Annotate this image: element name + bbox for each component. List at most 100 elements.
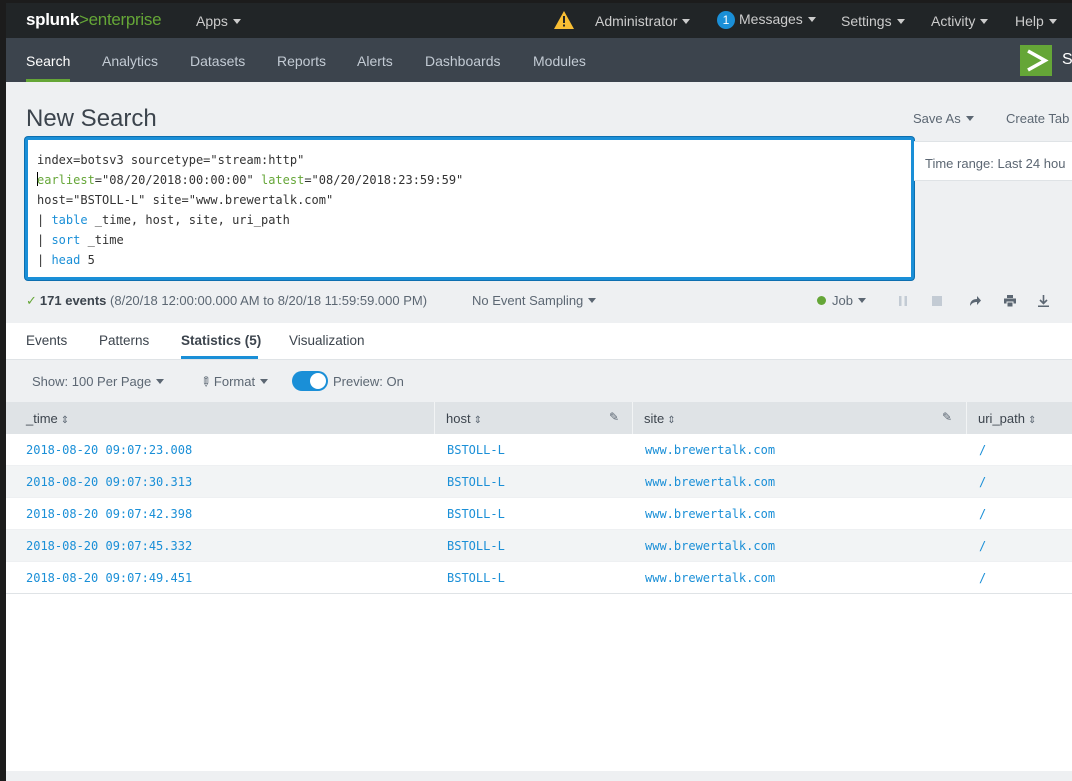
cell-time[interactable]: 2018-08-20 09:07:45.332	[26, 539, 192, 553]
edit-column-icon[interactable]: ✎	[609, 410, 619, 424]
query-command-sort: sort	[51, 233, 81, 247]
query-value-latest: ="08/20/2018:23:59:59"	[304, 173, 464, 187]
caret-down-icon	[965, 116, 974, 121]
tab-statistics[interactable]: Statistics (5)	[181, 333, 261, 348]
column-header-time[interactable]: _time ⇕	[15, 402, 435, 434]
splunk-logo[interactable]: splunk>enterprise	[26, 10, 162, 30]
logo-gt: >	[79, 10, 89, 29]
caret-down-icon	[260, 379, 269, 384]
column-label-site: site	[644, 411, 665, 426]
toggle-knob	[310, 373, 326, 389]
column-header-site[interactable]: site ⇕ ✎	[633, 402, 967, 434]
query-command-head: head	[51, 253, 81, 267]
settings-menu[interactable]: Settings	[841, 13, 905, 29]
format-label: Format	[213, 374, 256, 389]
export-icon[interactable]	[1038, 295, 1049, 307]
cell-uri-path[interactable]: /	[979, 507, 986, 521]
cell-uri-path[interactable]: /	[979, 571, 986, 585]
cell-time[interactable]: 2018-08-20 09:07:49.451	[26, 571, 192, 585]
share-icon[interactable]	[969, 295, 981, 307]
tab-search[interactable]: Search	[26, 53, 70, 69]
cell-site[interactable]: www.brewertalk.com	[645, 443, 775, 457]
page-title: New Search	[26, 105, 157, 132]
messages-menu-label: Messages	[739, 11, 803, 27]
cell-time[interactable]: 2018-08-20 09:07:23.008	[26, 443, 192, 457]
event-sampling-dropdown[interactable]: No Event Sampling	[472, 293, 597, 308]
stop-icon[interactable]	[932, 296, 942, 306]
caret-down-icon	[1048, 19, 1057, 24]
tab-datasets[interactable]: Datasets	[190, 53, 245, 69]
pause-icon[interactable]	[899, 296, 907, 306]
cell-site[interactable]: www.brewertalk.com	[645, 507, 775, 521]
cell-site[interactable]: www.brewertalk.com	[645, 475, 775, 489]
query-keyword-latest: latest	[260, 173, 305, 187]
cell-time[interactable]: 2018-08-20 09:07:30.313	[26, 475, 192, 489]
search-status: ✓ 171 events (8/20/18 12:00:00.000 AM to …	[26, 293, 427, 309]
activity-menu-label: Activity	[931, 13, 976, 29]
caret-down-icon	[896, 19, 905, 24]
per-page-dropdown[interactable]: Show: 100 Per Page	[32, 374, 165, 389]
tab-modules[interactable]: Modules	[533, 53, 586, 69]
tab-analytics[interactable]: Analytics	[102, 53, 158, 69]
cell-uri-path[interactable]: /	[979, 539, 986, 553]
query-command-table: table	[51, 213, 88, 227]
query-args-head: 5	[80, 253, 95, 267]
format-dropdown[interactable]: ✎Format	[197, 372, 269, 391]
query-pipe: |	[37, 233, 52, 247]
settings-menu-label: Settings	[841, 13, 892, 29]
messages-menu[interactable]: 1 Messages	[717, 11, 816, 29]
cell-host[interactable]: BSTOLL-L	[447, 475, 505, 489]
query-line-1: index=botsv3 sourcetype="stream:http"	[37, 153, 305, 167]
save-as-label: Save As	[913, 111, 961, 126]
event-time-range: (8/20/18 12:00:00.000 AM to 8/20/18 11:5…	[106, 293, 428, 308]
cell-uri-path[interactable]: /	[979, 475, 986, 489]
warning-icon[interactable]	[554, 11, 574, 29]
user-menu[interactable]: Administrator	[595, 13, 691, 29]
query-keyword-earliest: earliest	[37, 173, 95, 187]
print-icon[interactable]	[1004, 295, 1016, 307]
search-app-icon[interactable]	[1020, 45, 1052, 76]
caret-down-icon	[980, 19, 989, 24]
cell-host[interactable]: BSTOLL-L	[447, 507, 505, 521]
caret-down-icon	[682, 19, 691, 24]
job-menu[interactable]: Job	[817, 293, 866, 308]
column-header-uri-path[interactable]: uri_path ⇕	[967, 402, 1072, 434]
column-label-uri-path: uri_path	[978, 411, 1025, 426]
per-page-label: Show: 100 Per Page	[32, 374, 152, 389]
save-as-button[interactable]: Save As	[913, 111, 974, 126]
tab-alerts[interactable]: Alerts	[357, 53, 393, 69]
apps-menu-label: Apps	[196, 13, 228, 29]
cell-uri-path[interactable]: /	[979, 443, 986, 457]
sort-icon: ⇕	[60, 415, 70, 426]
sort-icon: ⇕	[667, 415, 676, 426]
edit-column-icon[interactable]: ✎	[942, 410, 952, 424]
apps-menu[interactable]: Apps	[196, 13, 241, 29]
table-row: 2018-08-20 09:07:42.398 BSTOLL-L www.bre…	[6, 498, 1072, 530]
help-menu[interactable]: Help	[1015, 13, 1057, 29]
activity-menu[interactable]: Activity	[931, 13, 989, 29]
tab-visualization[interactable]: Visualization	[289, 333, 365, 348]
time-range-picker[interactable]: Time range: Last 24 hou	[914, 141, 1072, 181]
sort-icon: ⇕	[1027, 415, 1037, 426]
event-count: 171 events	[39, 293, 107, 308]
cell-host[interactable]: BSTOLL-L	[447, 539, 505, 553]
tab-dashboards[interactable]: Dashboards	[425, 53, 501, 69]
caret-down-icon	[807, 17, 816, 22]
cell-site[interactable]: www.brewertalk.com	[645, 571, 775, 585]
job-status-icon	[817, 296, 826, 305]
query-args-sort: _time	[80, 233, 124, 247]
create-table-button[interactable]: Create Tab	[1006, 111, 1069, 126]
column-header-host[interactable]: host ⇕ ✎	[435, 402, 633, 434]
cell-host[interactable]: BSTOLL-L	[447, 571, 505, 585]
preview-label: Preview: On	[333, 374, 404, 389]
search-query-input[interactable]: index=botsv3 sourcetype="stream:http" ea…	[25, 137, 914, 280]
cell-time[interactable]: 2018-08-20 09:07:42.398	[26, 507, 192, 521]
tab-reports[interactable]: Reports	[277, 53, 326, 69]
job-menu-label: Job	[832, 293, 853, 308]
cell-host[interactable]: BSTOLL-L	[447, 443, 505, 457]
cell-site[interactable]: www.brewertalk.com	[645, 539, 775, 553]
tab-patterns[interactable]: Patterns	[99, 333, 149, 348]
preview-toggle[interactable]	[292, 371, 328, 391]
pencil-icon: ✎	[196, 372, 215, 391]
tab-events[interactable]: Events	[26, 333, 67, 348]
